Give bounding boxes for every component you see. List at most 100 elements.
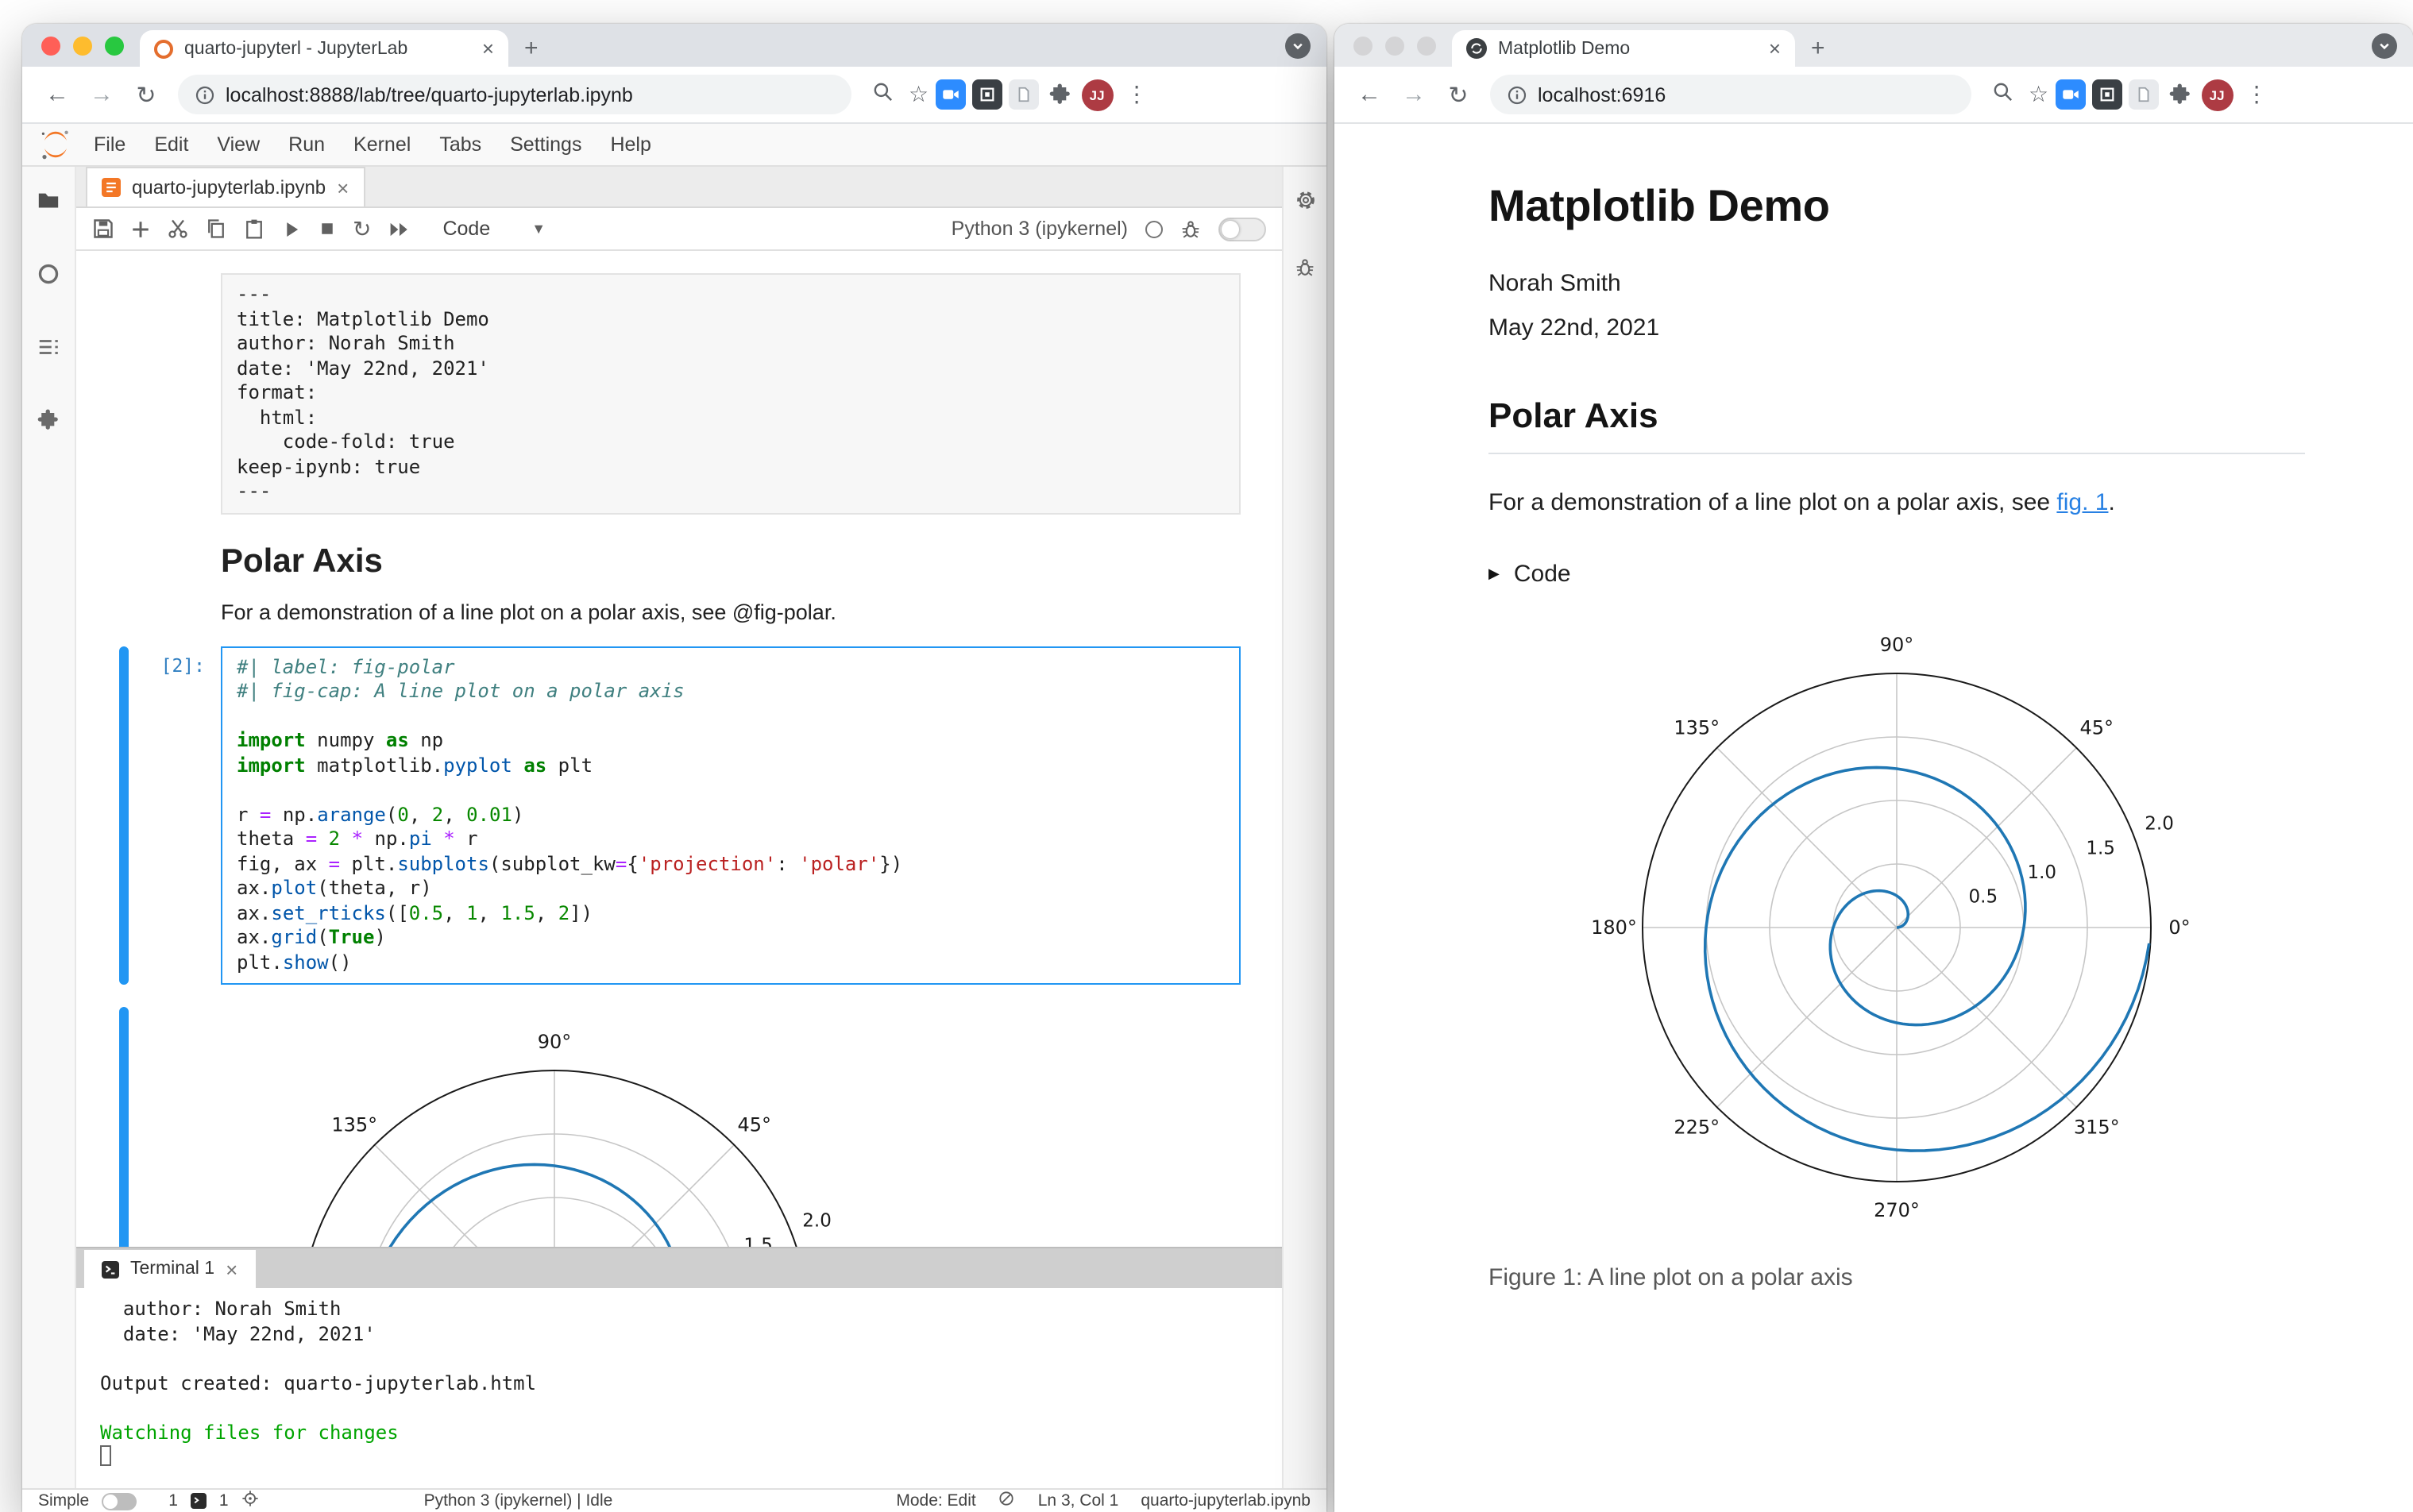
add-cell-icon[interactable] (130, 218, 151, 239)
search-icon[interactable] (864, 80, 902, 109)
search-icon[interactable] (1984, 80, 2022, 109)
menu-item-edit[interactable]: Edit (140, 133, 203, 156)
kernel-count[interactable]: 1 (219, 1491, 229, 1510)
new-tab-button[interactable]: + (524, 35, 539, 62)
close-tab-icon[interactable]: × (1769, 38, 1781, 59)
simple-mode-toggle[interactable] (102, 1492, 137, 1510)
extensions-puzzle-icon[interactable] (1044, 79, 1075, 110)
page-extension-icon[interactable] (2128, 79, 2159, 110)
cell-collapser[interactable] (119, 646, 129, 985)
zoom-extension-icon[interactable] (935, 79, 966, 110)
close-notebook-tab-icon[interactable]: × (337, 177, 349, 198)
notebook-toolbar: ↻ Code ▼ Python 3 (ipykernel) (76, 208, 1282, 251)
browser-tab[interactable]: quarto-jupyterl - JupyterLab × (140, 30, 508, 67)
polar-plot: 0° 45° 90° 135° 180° 225° 270° 315° 0.5 1.0 1.5 2.0 (1591, 633, 2191, 1221)
address-bar[interactable]: localhost:8888/lab/tree/quarto-jupyterla… (178, 75, 851, 114)
restart-kernel-icon[interactable]: ↻ (353, 215, 371, 242)
close-terminal-tab-icon[interactable]: × (226, 1259, 237, 1279)
menu-item-kernel[interactable]: Kernel (339, 133, 425, 156)
desktop: quarto-jupyterl - JupyterLab × + ← → ↻ l… (0, 0, 2413, 1512)
cell-collapser[interactable] (119, 273, 129, 514)
menu-item-file[interactable]: File (79, 133, 140, 156)
menu-item-help[interactable]: Help (596, 133, 665, 156)
cursor-position[interactable]: Ln 3, Col 1 (1038, 1491, 1119, 1510)
code-line: fig, ax = plt.subplots(subplot_kw={'proj… (237, 852, 903, 874)
site-info-icon[interactable] (1508, 85, 1527, 104)
kernel-status-text[interactable]: Python 3 (ipykernel) | Idle (424, 1491, 613, 1510)
reload-icon[interactable]: ↻ (1439, 80, 1477, 109)
menu-item-run[interactable]: Run (274, 133, 339, 156)
save-icon[interactable] (92, 218, 114, 240)
debugger-bug-icon[interactable] (1180, 218, 1201, 239)
raw-cell[interactable]: --- title: Matplotlib Demo author: Norah S… (76, 273, 1282, 514)
address-bar[interactable]: localhost:6916 (1490, 75, 1971, 114)
tab-menu-chevron-icon[interactable] (1285, 33, 1311, 59)
menu-item-view[interactable]: View (203, 133, 274, 156)
terminal-line: date: 'May 22nd, 2021' (100, 1322, 376, 1344)
forward-icon[interactable]: → (83, 81, 121, 108)
extensions-puzzle-icon[interactable] (2164, 79, 2195, 110)
terminal-count[interactable]: 1 (168, 1491, 178, 1510)
running-sessions-icon[interactable] (37, 262, 60, 294)
close-window-button[interactable] (41, 37, 60, 56)
browser-menu-icon[interactable]: ⋮ (1125, 81, 1148, 108)
code-line: plt.show() (237, 951, 352, 973)
property-inspector-gear-icon[interactable] (1294, 189, 1316, 219)
cell-type-dropdown[interactable]: Code ▼ (442, 218, 546, 240)
paste-cells-icon[interactable] (243, 218, 265, 240)
svg-text:90°: 90° (538, 1031, 572, 1053)
zoom-window-button[interactable] (1417, 37, 1436, 56)
forward-icon[interactable]: → (1395, 81, 1433, 108)
svg-text:270°: 270° (1874, 1198, 1920, 1221)
browser-menu-icon[interactable]: ⋮ (2245, 81, 2268, 108)
extension-icon[interactable] (2091, 79, 2122, 110)
markdown-cell[interactable]: Polar Axis For a demonstration of a line… (76, 536, 1282, 623)
kernel-sessions-icon[interactable] (241, 1490, 259, 1512)
menu-item-tabs[interactable]: Tabs (425, 133, 496, 156)
restart-run-all-icon[interactable] (387, 218, 411, 239)
site-info-icon[interactable] (195, 85, 214, 104)
code-fold-toggle[interactable]: ▶ Code (1488, 560, 2305, 587)
copy-cells-icon[interactable] (205, 218, 227, 240)
run-cell-icon[interactable] (281, 218, 302, 239)
table-of-contents-icon[interactable] (37, 335, 60, 367)
extension-icon[interactable] (971, 79, 1002, 110)
svg-text:45°: 45° (737, 1113, 771, 1136)
page-extension-icon[interactable] (1008, 79, 1039, 110)
back-icon[interactable]: ← (38, 81, 76, 108)
new-tab-button[interactable]: + (1811, 35, 1825, 62)
reload-icon[interactable]: ↻ (127, 80, 165, 109)
menu-item-settings[interactable]: Settings (496, 133, 596, 156)
close-tab-icon[interactable]: × (482, 38, 494, 59)
file-browser-icon[interactable] (37, 189, 60, 221)
terminal-output[interactable]: author: Norah Smith date: 'May 22nd, 202… (76, 1288, 1282, 1488)
profile-avatar[interactable]: JJ (1081, 79, 1114, 110)
terminal-tab[interactable]: Terminal 1 × (84, 1250, 256, 1288)
extension-manager-icon[interactable] (37, 408, 60, 440)
tab-menu-chevron-icon[interactable] (2372, 33, 2397, 59)
minimize-window-button[interactable] (1385, 37, 1404, 56)
code-editor[interactable]: #| label: fig-polar #| fig-cap: A line pl… (221, 646, 1241, 985)
raw-line: format: (237, 381, 318, 403)
back-icon[interactable]: ← (1350, 81, 1388, 108)
kernel-name[interactable]: Python 3 (ipykernel) (952, 218, 1128, 240)
debugger-bug-icon[interactable] (1295, 257, 1315, 286)
zoom-window-button[interactable] (105, 37, 124, 56)
figure-link[interactable]: fig. 1 (2056, 489, 2108, 516)
bookmark-star-icon[interactable]: ☆ (2029, 81, 2048, 108)
minimize-window-button[interactable] (73, 37, 92, 56)
browser-tab[interactable]: Matplotlib Demo × (1452, 30, 1795, 67)
code-cell[interactable]: [2]: #| label: fig-polar #| fig-cap: A li… (76, 646, 1282, 985)
notebook-tab[interactable]: quarto-jupyterlab.ipynb × (86, 167, 365, 206)
toolbar-toggle[interactable] (1218, 217, 1266, 241)
cell-collapser[interactable] (119, 536, 129, 623)
preview-browser-window: Matplotlib Demo × + ← → ↻ localhost:6916… (1334, 24, 2413, 1512)
bookmark-star-icon[interactable]: ☆ (909, 81, 929, 108)
close-window-button[interactable] (1353, 37, 1373, 56)
interrupt-kernel-icon[interactable] (318, 219, 337, 238)
profile-avatar[interactable]: JJ (2201, 79, 2233, 110)
output-collapser[interactable] (119, 1007, 129, 1247)
notebook-content[interactable]: --- title: Matplotlib Demo author: Norah S… (76, 251, 1282, 1247)
zoom-extension-icon[interactable] (2055, 79, 2086, 110)
cut-cells-icon[interactable] (167, 218, 189, 240)
